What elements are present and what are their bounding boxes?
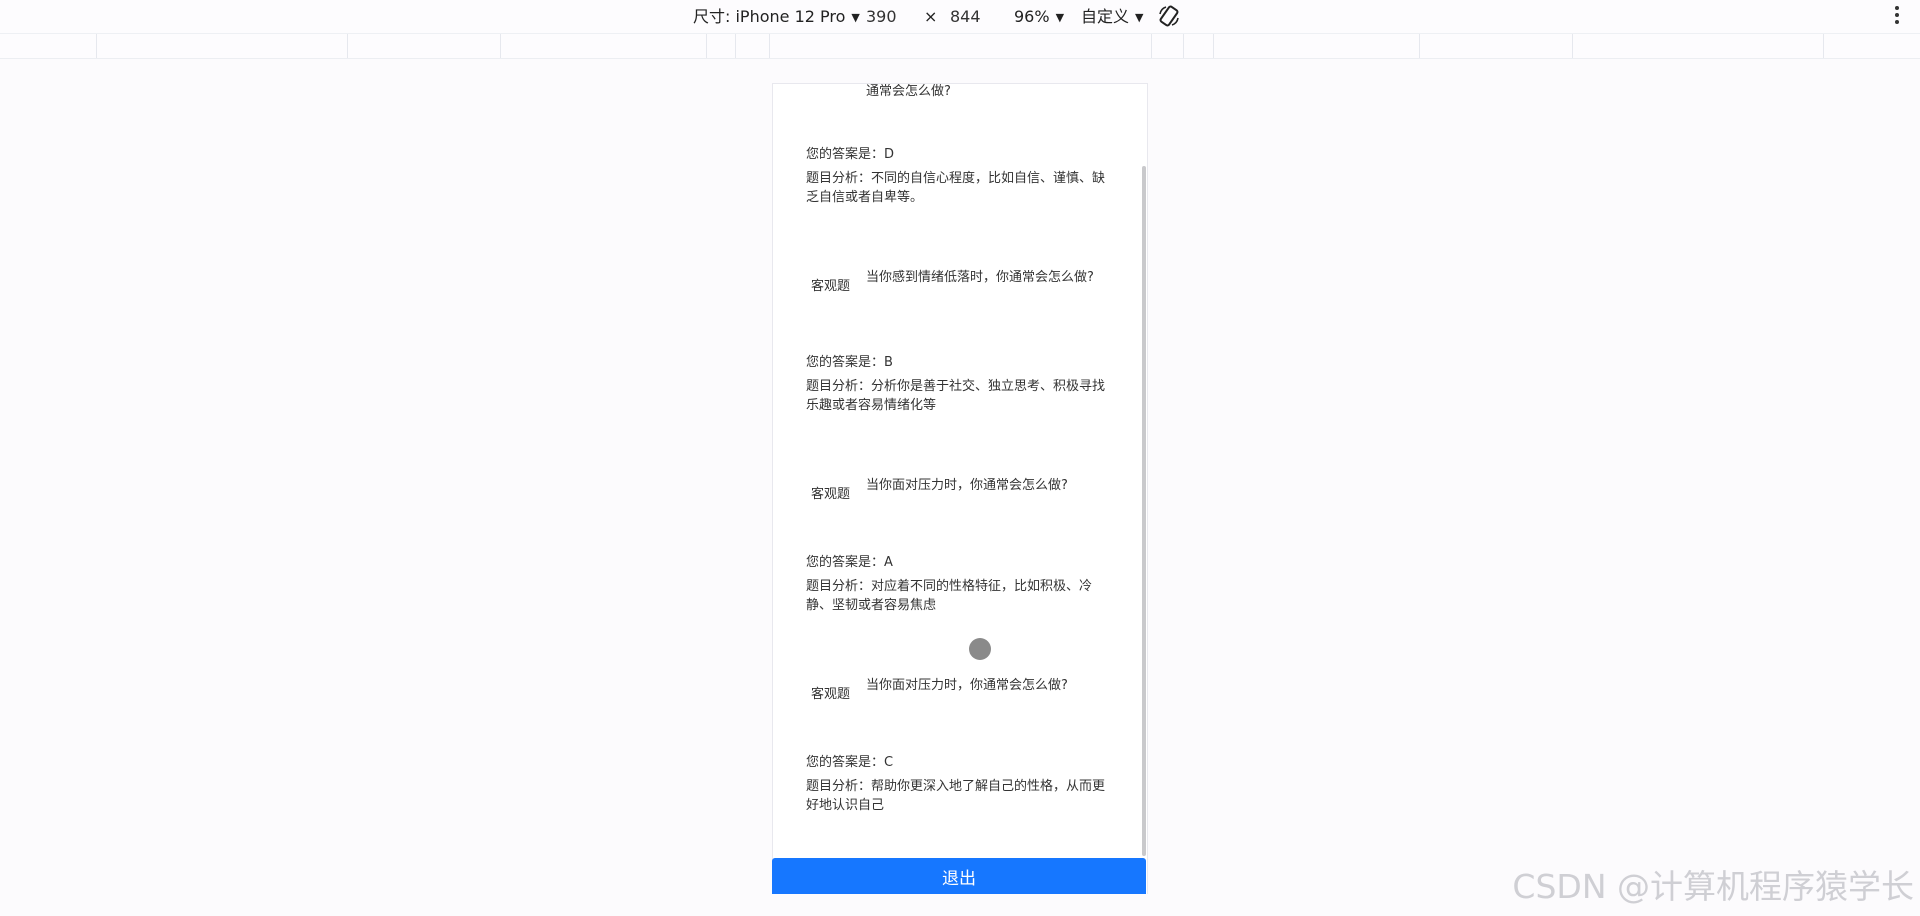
media-query-ruler	[0, 34, 1920, 59]
question-type: 客观题	[811, 279, 851, 294]
question-text: 当你面对压力时，你通常会怎么做?	[866, 678, 1068, 693]
zoom-select[interactable]: 96% ▼	[1014, 6, 1064, 29]
chevron-down-icon: ▼	[1135, 11, 1144, 24]
question-type: 客观题	[811, 687, 851, 702]
exit-button[interactable]: 退出	[772, 858, 1146, 894]
device-toolbar: 尺寸: iPhone 12 Pro ▼ 390 × 844 96% ▼ 自定义 ▼	[0, 0, 1920, 34]
answer-text: 您的答案是：C	[806, 755, 894, 770]
answer-text: 您的答案是：B	[806, 355, 893, 370]
answer-text: 您的答案是：A	[806, 555, 893, 570]
analysis-text: 题目分析：不同的自信心程度，比如自信、谨慎、缺乏自信或者自卑等。	[806, 171, 1106, 205]
zoom-label: 96%	[1014, 7, 1050, 26]
question-text: 当你面对压力时，你通常会怎么做?	[866, 478, 1068, 493]
chevron-down-icon: ▼	[851, 11, 860, 24]
scrollbar[interactable]	[1142, 166, 1146, 856]
more-menu-icon[interactable]	[1894, 6, 1900, 26]
height-input[interactable]: 844	[950, 6, 981, 28]
mode-label: 自定义	[1081, 7, 1130, 26]
analysis-text: 题目分析：分析你是善于社交、独立思考、积极寻找乐趣或者容易情绪化等	[806, 379, 1106, 413]
question-text: 通常会怎么做?	[866, 84, 951, 99]
chevron-down-icon: ▼	[1055, 11, 1065, 24]
times-icon: ×	[924, 7, 938, 26]
rotate-icon[interactable]	[1157, 4, 1181, 28]
device-size-label: 尺寸: iPhone 12 Pro	[693, 7, 846, 26]
question-text: 当你感到情绪低落时，你通常会怎么做?	[866, 270, 1094, 285]
touch-cursor-icon	[969, 638, 991, 660]
analysis-text: 题目分析：帮助你更深入地了解自己的性格，从而更好地认识自己	[806, 779, 1106, 813]
question-type: 客观题	[811, 487, 851, 502]
phone-viewport: 通常会怎么做? 您的答案是：D 题目分析：不同的自信心程度，比如自信、谨慎、缺乏…	[772, 83, 1148, 894]
analysis-text: 题目分析：对应着不同的性格特征，比如积极、冷静、坚韧或者容易焦虑	[806, 579, 1093, 613]
width-input[interactable]: 390	[866, 6, 897, 28]
watermark: CSDN @计算机程序猿学长	[1512, 867, 1914, 906]
mode-select[interactable]: 自定义 ▼	[1081, 6, 1143, 29]
device-select[interactable]: 尺寸: iPhone 12 Pro ▼	[693, 6, 860, 29]
answer-text: 您的答案是：D	[806, 147, 895, 162]
